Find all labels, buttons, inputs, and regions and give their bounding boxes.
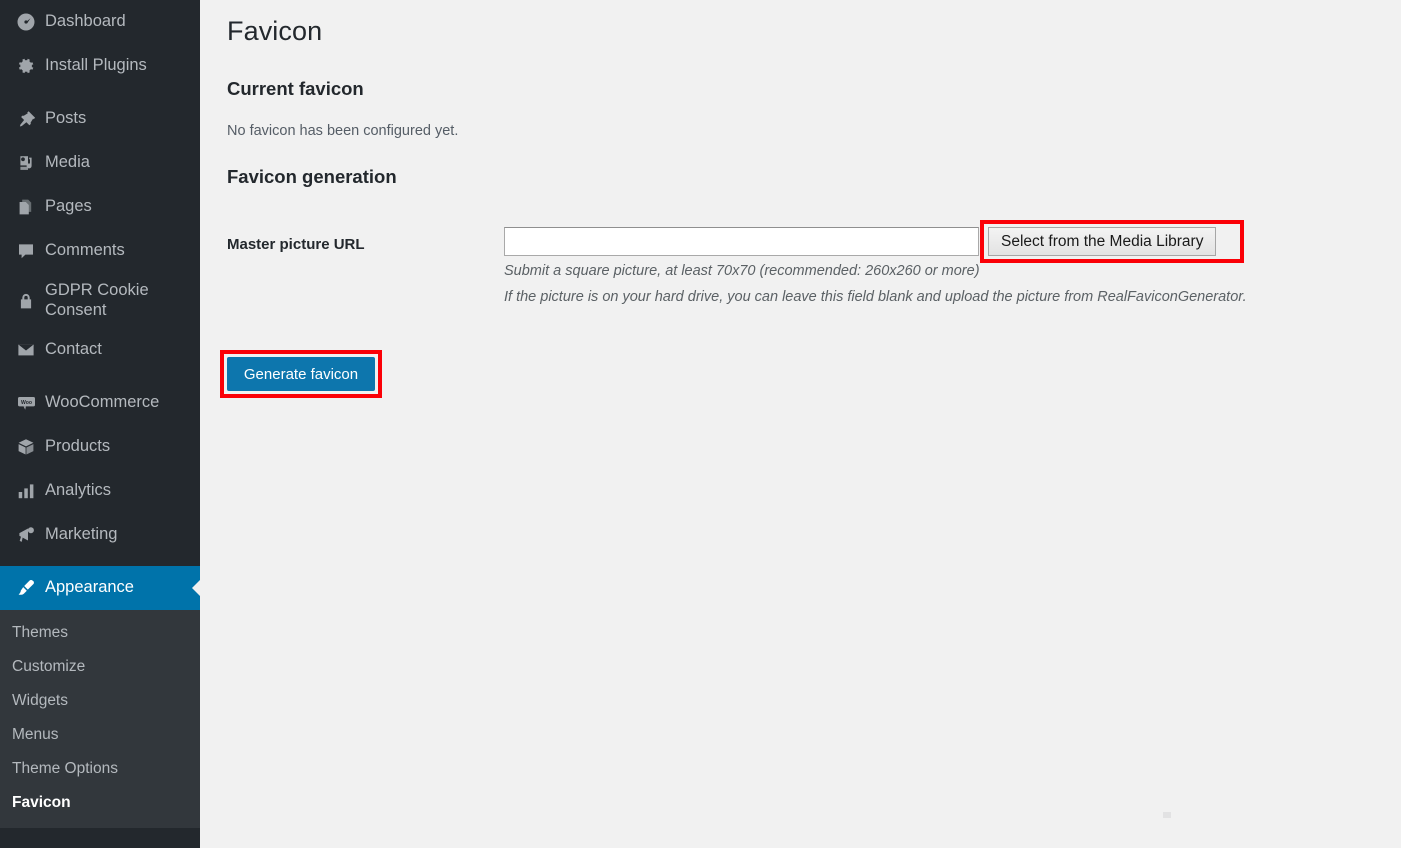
svg-text:Woo: Woo — [21, 400, 32, 406]
sidebar-item-pages[interactable]: Pages — [0, 185, 200, 229]
submenu-item-widgets[interactable]: Widgets — [0, 684, 200, 718]
master-picture-help-line-2: If the picture is on your hard drive, yo… — [504, 289, 1247, 305]
admin-page: Dashboard Install Plugins Posts Media Pages C… — [0, 0, 1401, 848]
sidebar-item-dashboard[interactable]: Dashboard — [0, 0, 200, 44]
submenu-item-favicon[interactable]: Favicon — [0, 786, 200, 820]
sidebar-item-label: Install Plugins — [45, 56, 147, 75]
sidebar-separator — [0, 557, 200, 566]
sidebar-item-products[interactable]: Products — [0, 425, 200, 469]
master-picture-help-line-1: Submit a square picture, at least 70x70 … — [504, 263, 980, 279]
sidebar-item-label: Contact — [45, 340, 102, 359]
appearance-submenu: Themes Customize Widgets Menus Theme Options… — [0, 610, 200, 828]
sidebar-separator — [0, 372, 200, 381]
sidebar-item-comments[interactable]: Comments — [0, 229, 200, 273]
megaphone-icon — [11, 523, 41, 547]
sidebar-item-woocommerce[interactable]: Woo WooCommerce — [0, 381, 200, 425]
sidebar-separator — [0, 88, 200, 97]
pin-icon — [11, 107, 41, 131]
sidebar-item-contact[interactable]: Contact — [0, 328, 200, 372]
sidebar-item-analytics[interactable]: Analytics — [0, 469, 200, 513]
submenu-item-menus[interactable]: Menus — [0, 718, 200, 752]
master-picture-url-label: Master picture URL — [227, 236, 365, 253]
sidebar-item-label: Analytics — [45, 481, 112, 500]
current-favicon-heading: Current favicon — [227, 78, 364, 99]
page-title: Favicon — [227, 16, 323, 46]
gear-icon — [11, 54, 41, 78]
sidebar-item-label: GDPR Cookie Consent — [45, 281, 149, 319]
media-icon — [11, 151, 41, 175]
current-favicon-status: No favicon has been configured yet. — [227, 123, 459, 139]
submenu-item-customize[interactable]: Customize — [0, 650, 200, 684]
sidebar-item-install-plugins[interactable]: Install Plugins — [0, 44, 200, 88]
sidebar-item-label: Products — [45, 437, 111, 456]
sidebar-item-marketing[interactable]: Marketing — [0, 513, 200, 557]
dashboard-icon — [11, 10, 41, 34]
sidebar-item-appearance[interactable]: Appearance — [0, 566, 200, 610]
page-artifact — [1163, 812, 1171, 818]
sidebar-item-media[interactable]: Media — [0, 141, 200, 185]
bar-chart-icon — [11, 479, 41, 503]
sidebar-menu-list: Dashboard Install Plugins Posts Media Pages C… — [0, 0, 200, 610]
main-content: Favicon Current favicon No favicon has b… — [200, 0, 1401, 848]
box-icon — [11, 435, 41, 459]
envelope-icon — [11, 338, 41, 362]
sidebar-item-label: Comments — [45, 241, 125, 260]
paintbrush-icon — [11, 576, 41, 600]
submenu-item-theme-options[interactable]: Theme Options — [0, 752, 200, 786]
submenu-item-themes[interactable]: Themes — [0, 616, 200, 650]
sidebar-item-label: Media — [45, 153, 90, 172]
sidebar-item-label: Pages — [45, 197, 92, 216]
sidebar-item-label: WooCommerce — [45, 393, 160, 412]
woocommerce-icon: Woo — [11, 391, 41, 415]
generate-favicon-button[interactable]: Generate favicon — [227, 357, 375, 391]
sidebar-item-gdpr-cookie-consent[interactable]: GDPR Cookie Consent — [0, 273, 200, 328]
master-picture-url-input[interactable] — [504, 227, 979, 256]
pages-icon — [11, 195, 41, 219]
lock-icon — [11, 289, 41, 313]
sidebar-item-label: Marketing — [45, 525, 118, 544]
favicon-generation-heading: Favicon generation — [227, 166, 397, 187]
sidebar-item-label: Dashboard — [45, 12, 126, 31]
sidebar-item-label: Posts — [45, 109, 87, 128]
sidebar-item-label: Appearance — [45, 578, 134, 597]
comment-icon — [11, 239, 41, 263]
sidebar-item-posts[interactable]: Posts — [0, 97, 200, 141]
admin-sidebar: Dashboard Install Plugins Posts Media Pages C… — [0, 0, 200, 848]
select-from-media-library-button[interactable]: Select from the Media Library — [988, 227, 1217, 256]
